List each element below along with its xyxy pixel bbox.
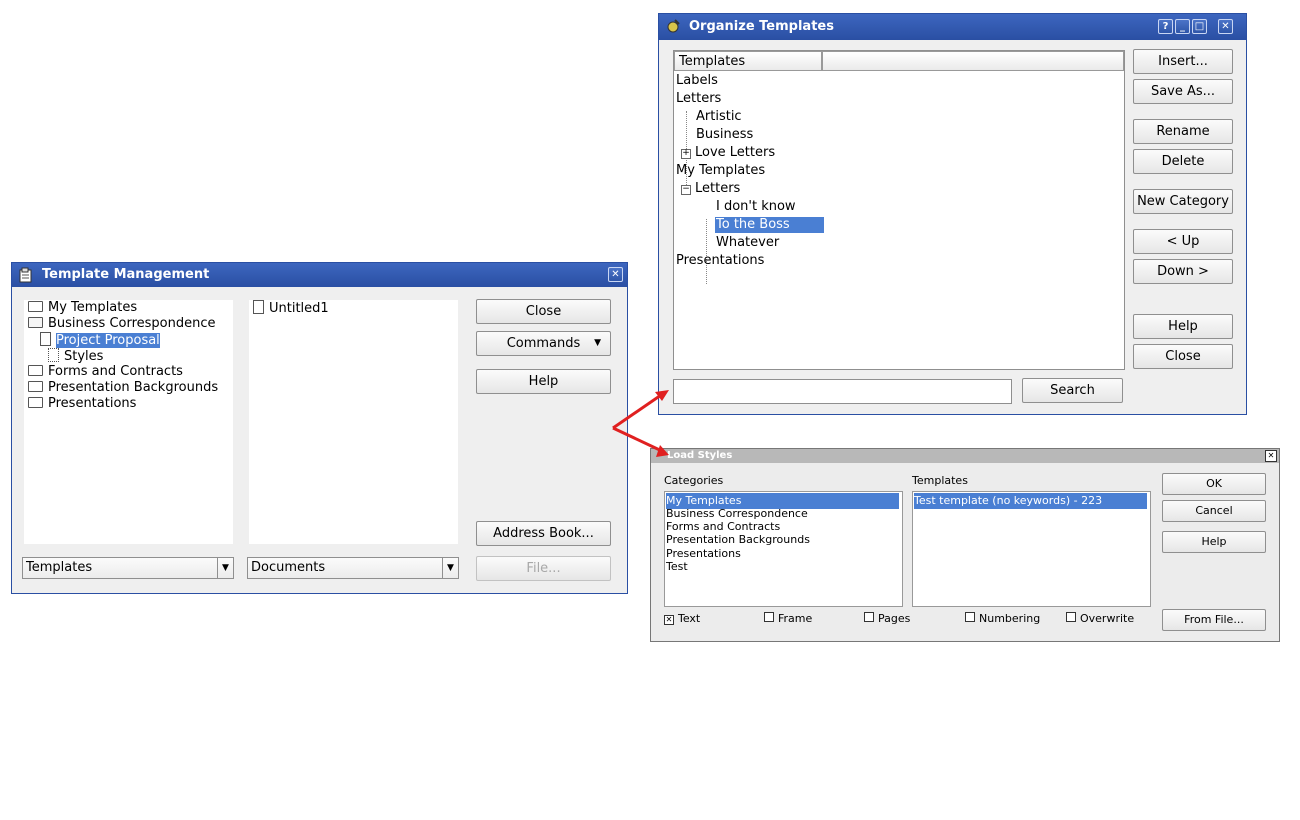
checkbox-icon [1066, 612, 1076, 622]
frame-checkbox[interactable]: Frame [764, 612, 812, 625]
organize-templates-icon [667, 19, 680, 33]
styles-icon [48, 348, 59, 362]
tree-line [706, 219, 707, 284]
minimize-icon[interactable]: _ [1175, 19, 1190, 34]
tree-item-my-templates[interactable]: My Templates [676, 163, 765, 179]
list-item-untitled1[interactable]: Untitled1 [253, 300, 329, 317]
tree-item-labels[interactable]: Labels [676, 73, 718, 89]
tree-item-whatever[interactable]: Whatever [716, 235, 779, 251]
help-button[interactable]: Help [1133, 314, 1233, 339]
address-book-button[interactable]: Address Book... [476, 521, 611, 546]
load-styles-titlebar[interactable]: Load Styles ✕ [651, 449, 1279, 463]
tree-item-letters[interactable]: Letters [676, 91, 721, 107]
close-icon[interactable]: ✕ [608, 267, 623, 282]
numbering-checkbox[interactable]: Numbering [965, 612, 1040, 625]
tree-item-presentations[interactable]: Presentations [676, 253, 764, 269]
tree-item-to-the-boss[interactable]: To the Boss [715, 217, 824, 233]
window-title: Template Management [42, 267, 210, 282]
close-button[interactable]: Close [476, 299, 611, 324]
tree-item-presentation-backgrounds[interactable]: Presentation Backgrounds [28, 380, 218, 396]
tree-item-business-correspondence[interactable]: Business Correspondence [28, 316, 216, 332]
search-button[interactable]: Search [1022, 378, 1123, 403]
from-file-button[interactable]: From File... [1162, 609, 1266, 631]
text-checkbox[interactable]: ✕ Text [664, 612, 700, 625]
up-button[interactable]: < Up [1133, 229, 1233, 254]
cancel-button[interactable]: Cancel [1162, 500, 1266, 522]
column-header[interactable]: Templates [674, 51, 822, 71]
expand-icon[interactable]: + [681, 149, 691, 159]
document-icon [40, 332, 51, 346]
categories-label: Categories [664, 474, 724, 487]
tree-item-presentations[interactable]: Presentations [28, 396, 136, 412]
tree-item-i-dont-know[interactable]: I don't know [716, 199, 796, 215]
template-management-icon [19, 267, 32, 283]
templates-list[interactable]: Test template (no keywords) - 223 [912, 491, 1151, 607]
templates-combo[interactable]: Templates ▼ [22, 557, 234, 579]
folder-icon [28, 381, 43, 392]
overwrite-checkbox[interactable]: Overwrite [1066, 612, 1134, 625]
tree-item-styles[interactable]: Styles [48, 348, 103, 365]
rename-button[interactable]: Rename [1133, 119, 1233, 144]
close-icon[interactable]: ✕ [1265, 450, 1277, 462]
tree-item-artistic[interactable]: Artistic [696, 109, 742, 125]
folder-open-icon [28, 317, 43, 328]
chevron-down-icon: ▼ [594, 338, 601, 348]
help-icon[interactable]: ? [1158, 19, 1173, 34]
checkbox-icon [764, 612, 774, 622]
save-as-button[interactable]: Save As... [1133, 79, 1233, 104]
organize-templates-window: Organize Templates ? _ □ ✕ Templates Lab… [658, 13, 1247, 415]
document-icon [253, 300, 264, 314]
tree-item-forms-and-contracts[interactable]: Forms and Contracts [28, 364, 183, 380]
help-button[interactable]: Help [476, 369, 611, 394]
help-button[interactable]: Help [1162, 531, 1266, 553]
commands-button[interactable]: Commands ▼ [476, 331, 611, 356]
tree-item-my-letters[interactable]: − Letters [681, 181, 740, 197]
window-title: Load Styles [667, 450, 733, 461]
categories-tree[interactable]: My Templates Business Correspondence Pro… [24, 300, 233, 544]
folder-icon [28, 301, 43, 312]
documents-combo[interactable]: Documents ▼ [247, 557, 459, 579]
folder-icon [28, 365, 43, 376]
new-category-button[interactable]: New Category [1133, 189, 1233, 214]
chevron-down-icon: ▼ [217, 558, 233, 578]
load-styles-window: Load Styles ✕ Categories Templates My Te… [650, 448, 1280, 642]
pages-checkbox[interactable]: Pages [864, 612, 910, 625]
collapse-icon[interactable]: − [681, 185, 691, 195]
organize-templates-titlebar[interactable]: Organize Templates ? _ □ ✕ [659, 14, 1246, 40]
down-button[interactable]: Down > [1133, 259, 1233, 284]
checkbox-icon [864, 612, 874, 622]
delete-button[interactable]: Delete [1133, 149, 1233, 174]
tree-item-my-templates[interactable]: My Templates [28, 300, 137, 316]
templates-label: Templates [912, 474, 968, 487]
file-button[interactable]: File... [476, 556, 611, 581]
template-management-titlebar[interactable]: Template Management ✕ [12, 263, 627, 287]
insert-button[interactable]: Insert... [1133, 49, 1233, 74]
close-button[interactable]: Close [1133, 344, 1233, 369]
templates-tree[interactable]: Templates Labels Letters Artistic Busine… [673, 50, 1125, 370]
list-item-test[interactable]: Test [666, 559, 688, 575]
ok-button[interactable]: OK [1162, 473, 1266, 495]
column-header-filler [822, 51, 1124, 71]
documents-list[interactable]: Untitled1 [249, 300, 458, 544]
checkbox-icon [965, 612, 975, 622]
tree-item-business[interactable]: Business [696, 127, 753, 143]
categories-list[interactable]: My Templates Business Correspondence For… [664, 491, 903, 607]
tree-item-love-letters[interactable]: + Love Letters [681, 145, 775, 161]
checkbox-checked-icon: ✕ [664, 615, 674, 625]
folder-icon [28, 397, 43, 408]
window-title: Organize Templates [689, 19, 834, 34]
chevron-down-icon: ▼ [442, 558, 458, 578]
search-input[interactable] [673, 379, 1012, 404]
template-management-window: Template Management ✕ My Templates Busin… [11, 262, 628, 594]
tree-item-project-proposal[interactable]: Project Proposal [40, 332, 160, 349]
list-item-test-template[interactable]: Test template (no keywords) - 223 [914, 493, 1147, 509]
close-icon[interactable]: ✕ [1218, 19, 1233, 34]
maximize-icon[interactable]: □ [1192, 19, 1207, 34]
